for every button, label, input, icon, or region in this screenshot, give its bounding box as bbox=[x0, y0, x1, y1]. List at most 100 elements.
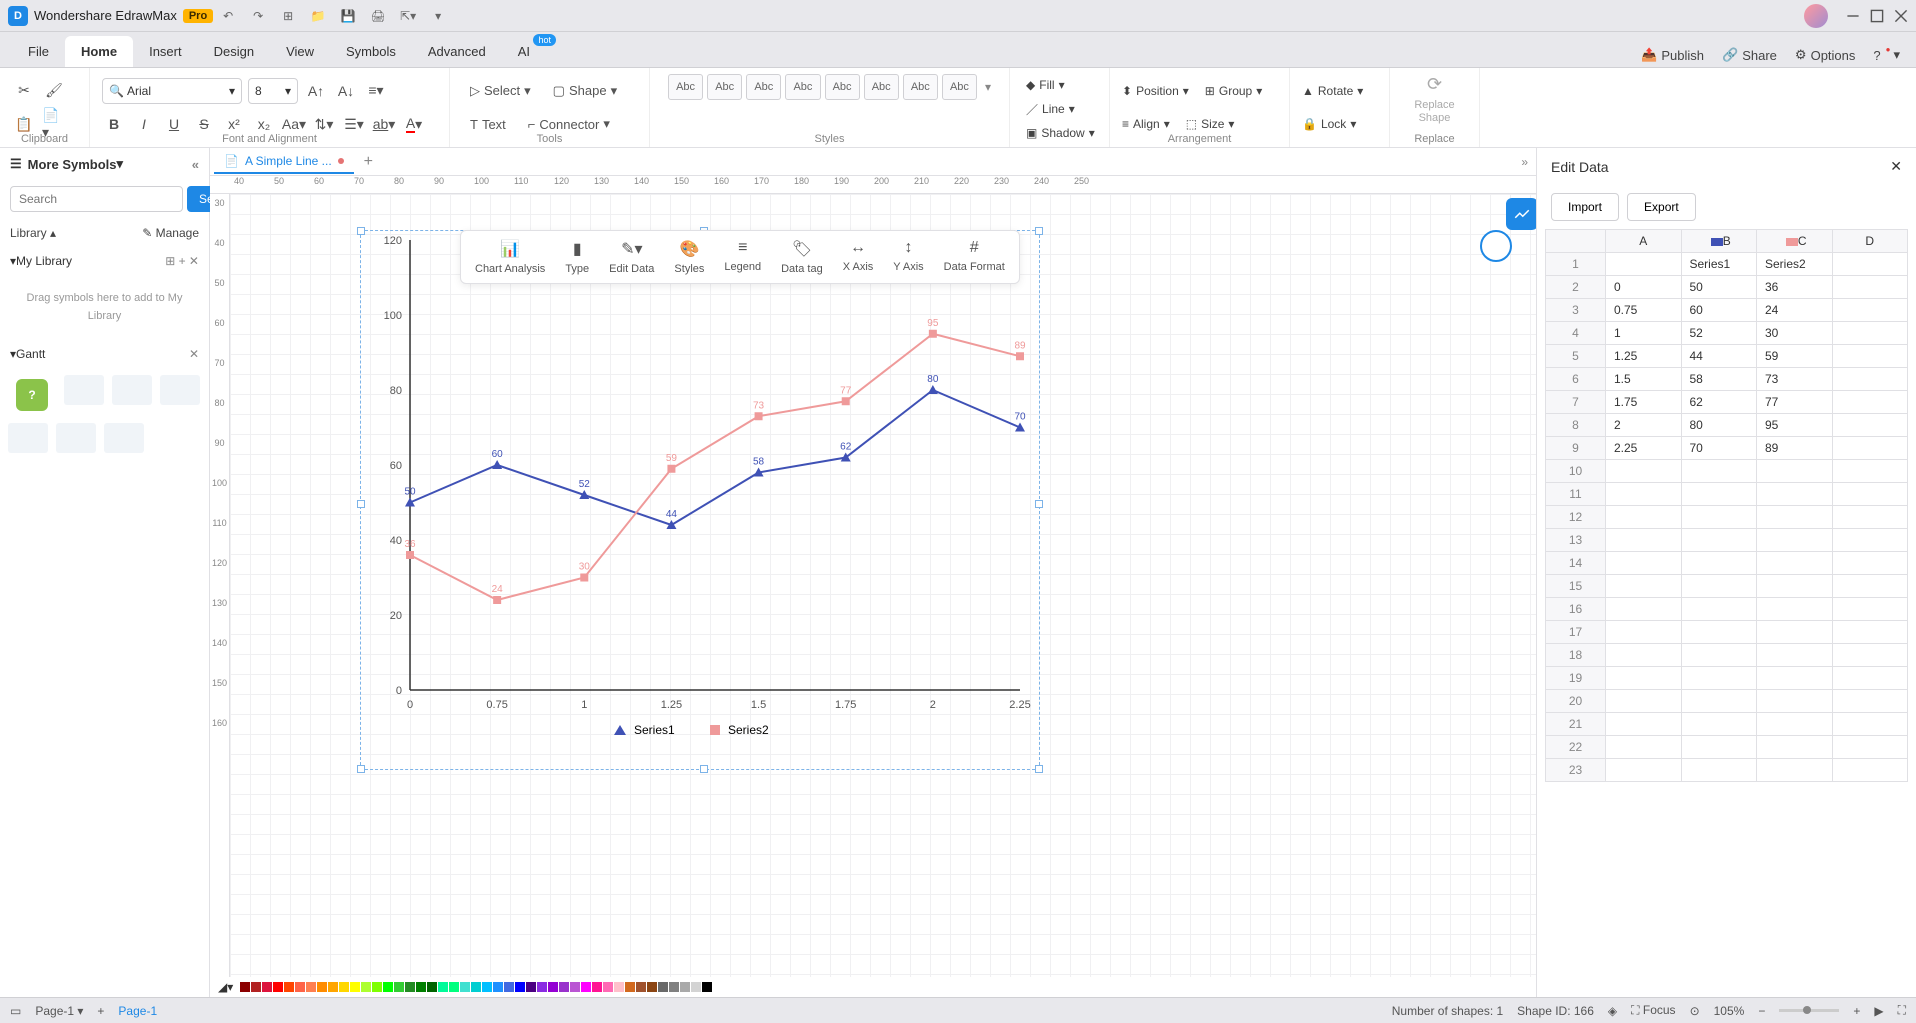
color-swatch[interactable] bbox=[515, 982, 525, 992]
close-icon[interactable] bbox=[1894, 9, 1908, 23]
line-chart[interactable]: 02040608010012000.7511.251.51.7522.25506… bbox=[360, 230, 1040, 770]
color-swatch[interactable] bbox=[306, 982, 316, 992]
color-swatch[interactable] bbox=[449, 982, 459, 992]
chart-data-table[interactable]: ABCD1Series1Series220503630.756024415230… bbox=[1545, 229, 1908, 782]
menu-design[interactable]: Design bbox=[198, 36, 270, 67]
replace-shape-button[interactable]: ⟳Replace Shape bbox=[1402, 74, 1467, 125]
color-swatch[interactable] bbox=[405, 982, 415, 992]
print-icon[interactable]: 🖨 bbox=[367, 5, 389, 27]
chart-tool-type[interactable]: ▮Type bbox=[555, 235, 599, 279]
symbol-search-input[interactable] bbox=[10, 186, 183, 212]
style-gallery[interactable]: AbcAbcAbcAbcAbcAbcAbcAbc▾ bbox=[662, 74, 997, 100]
import-button[interactable]: Import bbox=[1551, 193, 1619, 221]
color-swatch[interactable] bbox=[548, 982, 558, 992]
layers-icon[interactable]: ◈ bbox=[1608, 1004, 1617, 1018]
color-swatch[interactable] bbox=[394, 982, 404, 992]
color-swatch[interactable] bbox=[328, 982, 338, 992]
help-icon[interactable]: ? bbox=[16, 379, 48, 411]
position-button[interactable]: ⬍Position▾ bbox=[1122, 80, 1189, 102]
presentation-icon[interactable]: ▶ bbox=[1874, 1004, 1883, 1018]
more-symbols-header[interactable]: ☰ More Symbols▾ « bbox=[0, 148, 209, 180]
gantt-shape[interactable] bbox=[64, 375, 104, 405]
zoom-out-button[interactable]: − bbox=[1758, 1004, 1765, 1018]
chart-tool-styles[interactable]: 🎨Styles bbox=[664, 235, 714, 279]
my-library-section[interactable]: ▾ My Library⊞ + ✕ bbox=[0, 248, 209, 274]
focus-button[interactable]: ⛶ Focus bbox=[1631, 1003, 1675, 1018]
color-swatch[interactable] bbox=[317, 982, 327, 992]
chart-tool-chart-analysis[interactable]: 📊Chart Analysis bbox=[465, 235, 555, 279]
zoom-slider[interactable] bbox=[1779, 1009, 1839, 1012]
style-swatch[interactable]: Abc bbox=[785, 74, 820, 100]
size-button[interactable]: ⬚Size▾ bbox=[1186, 113, 1235, 135]
rotate-button[interactable]: ▲Rotate▾ bbox=[1302, 80, 1363, 102]
options-button[interactable]: ⚙Options bbox=[1791, 43, 1859, 67]
gantt-shape[interactable] bbox=[104, 423, 144, 453]
color-swatch[interactable] bbox=[570, 982, 580, 992]
canvas[interactable]: 02040608010012000.7511.251.51.7522.25506… bbox=[230, 194, 1536, 977]
menu-symbols[interactable]: Symbols bbox=[330, 36, 412, 67]
select-tool[interactable]: ▷Select▾ bbox=[462, 79, 539, 103]
chart-tool-data-format[interactable]: #Data Format bbox=[934, 235, 1015, 279]
align-text-icon[interactable]: ≡▾ bbox=[364, 79, 388, 103]
gantt-shape[interactable] bbox=[8, 423, 48, 453]
fullscreen-icon[interactable]: ⛶ bbox=[1898, 1003, 1906, 1018]
color-swatch[interactable] bbox=[636, 982, 646, 992]
menu-advanced[interactable]: Advanced bbox=[412, 36, 502, 67]
style-swatch[interactable]: Abc bbox=[903, 74, 938, 100]
share-button[interactable]: 🔗Share bbox=[1718, 43, 1781, 67]
color-swatch[interactable] bbox=[614, 982, 624, 992]
menu-home[interactable]: Home bbox=[65, 36, 133, 67]
group-button[interactable]: ⊞Group▾ bbox=[1205, 80, 1262, 102]
line-button[interactable]: ／Line▾ bbox=[1026, 98, 1093, 120]
ai-float-icon[interactable] bbox=[1480, 230, 1512, 262]
page-tab[interactable]: Page-1 bbox=[118, 1004, 157, 1018]
chart-tool-edit-data[interactable]: ✎▾Edit Data bbox=[599, 235, 664, 279]
menu-insert[interactable]: Insert bbox=[133, 36, 198, 67]
page-layout-icon[interactable]: ▭ bbox=[10, 1004, 21, 1018]
style-swatch[interactable]: Abc bbox=[668, 74, 703, 100]
color-swatch[interactable] bbox=[427, 982, 437, 992]
page-selector[interactable]: Page-1 ▾ bbox=[35, 1004, 83, 1018]
color-swatch[interactable] bbox=[273, 982, 283, 992]
menu-file[interactable]: File bbox=[12, 36, 65, 67]
color-swatch[interactable] bbox=[669, 982, 679, 992]
redo-icon[interactable]: ↷ bbox=[247, 5, 269, 27]
add-page-button[interactable]: + bbox=[97, 1004, 104, 1018]
color-swatch[interactable] bbox=[680, 982, 690, 992]
color-swatch[interactable] bbox=[361, 982, 371, 992]
fill-button[interactable]: ◆Fill▾ bbox=[1026, 74, 1093, 96]
save-icon[interactable]: 💾 bbox=[337, 5, 359, 27]
chart-tool-x-axis[interactable]: ↔X Axis bbox=[833, 235, 884, 279]
undo-icon[interactable]: ↶ bbox=[217, 5, 239, 27]
style-swatch[interactable]: Abc bbox=[942, 74, 977, 100]
collapse-panel-icon[interactable]: » bbox=[1521, 155, 1528, 169]
color-swatch[interactable] bbox=[647, 982, 657, 992]
chart-panel-icon[interactable] bbox=[1506, 198, 1536, 230]
color-swatch[interactable] bbox=[581, 982, 591, 992]
color-swatch[interactable] bbox=[603, 982, 613, 992]
new-icon[interactable]: ⊞ bbox=[277, 5, 299, 27]
color-swatch[interactable] bbox=[339, 982, 349, 992]
lock-button[interactable]: 🔒Lock▾ bbox=[1302, 113, 1356, 135]
color-swatch[interactable] bbox=[350, 982, 360, 992]
color-swatch[interactable] bbox=[262, 982, 272, 992]
color-swatch[interactable] bbox=[295, 982, 305, 992]
publish-button[interactable]: 📤Publish bbox=[1637, 43, 1708, 67]
font-select[interactable]: 🔍Arial▾ bbox=[102, 78, 242, 104]
color-swatch[interactable] bbox=[471, 982, 481, 992]
more-icon[interactable]: ▾ bbox=[427, 5, 449, 27]
color-swatch[interactable] bbox=[713, 982, 723, 992]
color-swatch[interactable] bbox=[240, 982, 250, 992]
gantt-shape[interactable] bbox=[160, 375, 200, 405]
open-icon[interactable]: 📁 bbox=[307, 5, 329, 27]
style-swatch[interactable]: Abc bbox=[707, 74, 742, 100]
library-drop-zone[interactable]: Drag symbols here to add to My Library bbox=[0, 274, 209, 341]
new-tab-button[interactable]: + bbox=[364, 153, 373, 171]
color-swatch[interactable] bbox=[482, 982, 492, 992]
chart-tool-y-axis[interactable]: ↕Y Axis bbox=[883, 235, 933, 279]
zoom-in-button[interactable]: + bbox=[1853, 1004, 1860, 1018]
menu-ai[interactable]: AIhot bbox=[502, 36, 546, 67]
shape-tool[interactable]: ▢Shape▾ bbox=[545, 79, 625, 103]
gantt-section[interactable]: ▾ Gantt✕ bbox=[0, 341, 209, 367]
gantt-shape[interactable] bbox=[112, 375, 152, 405]
